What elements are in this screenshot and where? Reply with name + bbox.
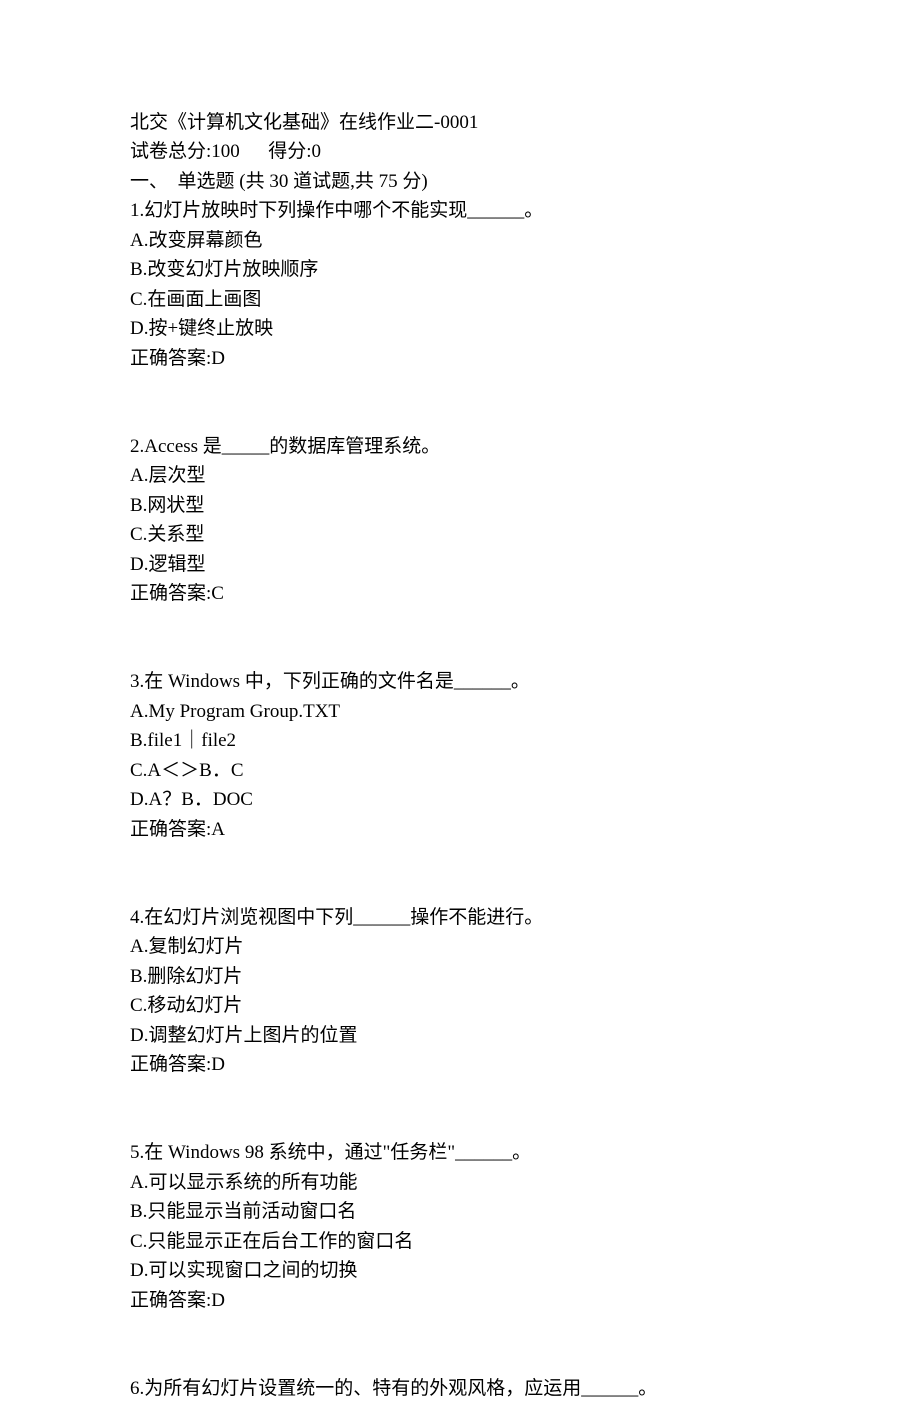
question-stem: 4.在幻灯片浏览视图中下列______操作不能进行。 — [130, 903, 790, 932]
question-option: B.网状型 — [130, 491, 790, 520]
question-option: C.在画面上画图 — [130, 285, 790, 314]
question-stem: 6.为所有幻灯片设置统一的、特有的外观风格，应运用______。 — [130, 1374, 790, 1403]
question-option: A.My Program Group.TXT — [130, 697, 790, 726]
question-option: A.改变屏幕颜色 — [130, 226, 790, 255]
answer-line: 正确答案:D — [130, 344, 790, 373]
question-option: A.复制幻灯片 — [130, 932, 790, 961]
question-block: 1.幻灯片放映时下列操作中哪个不能实现______。 A.改变屏幕颜色 B.改变… — [130, 196, 790, 373]
answer-line: 正确答案:A — [130, 815, 790, 844]
question-stem: 3.在 Windows 中，下列正确的文件名是______。 — [130, 667, 790, 696]
blank-line — [130, 638, 790, 667]
blank-line — [130, 844, 790, 873]
blank-line — [130, 1344, 790, 1373]
question-block: 2.Access 是_____的数据库管理系统。 A.层次型 B.网状型 C.关… — [130, 432, 790, 609]
blank-line — [130, 402, 790, 431]
question-block: 6.为所有幻灯片设置统一的、特有的外观风格，应运用______。 — [130, 1374, 790, 1403]
question-option: C.关系型 — [130, 520, 790, 549]
question-option: B.改变幻灯片放映顺序 — [130, 255, 790, 284]
blank-line — [130, 873, 790, 902]
section-heading: 一、 单选题 (共 30 道试题,共 75 分) — [130, 167, 790, 196]
blank-line — [130, 1315, 790, 1344]
answer-line: 正确答案:D — [130, 1286, 790, 1315]
question-stem: 1.幻灯片放映时下列操作中哪个不能实现______。 — [130, 196, 790, 225]
question-option: C.只能显示正在后台工作的窗口名 — [130, 1227, 790, 1256]
question-option: B.删除幻灯片 — [130, 962, 790, 991]
question-block: 3.在 Windows 中，下列正确的文件名是______。 A.My Prog… — [130, 667, 790, 844]
question-option: D.A？B．DOC — [130, 785, 790, 814]
question-option: D.逻辑型 — [130, 550, 790, 579]
question-stem: 2.Access 是_____的数据库管理系统。 — [130, 432, 790, 461]
blank-line — [130, 608, 790, 637]
blank-line — [130, 1109, 790, 1138]
question-option: A.层次型 — [130, 461, 790, 490]
question-option: D.调整幻灯片上图片的位置 — [130, 1021, 790, 1050]
course-title: 北交《计算机文化基础》在线作业二-0001 — [130, 108, 790, 137]
blank-line — [130, 1079, 790, 1108]
question-option: D.按+键终止放映 — [130, 314, 790, 343]
question-option: B.只能显示当前活动窗口名 — [130, 1197, 790, 1226]
answer-line: 正确答案:C — [130, 579, 790, 608]
question-option: C.A＜＞B．C — [130, 756, 790, 785]
question-option: B.file1｜file2 — [130, 726, 790, 755]
score-line: 试卷总分:100 得分:0 — [130, 137, 790, 166]
question-option: D.可以实现窗口之间的切换 — [130, 1256, 790, 1285]
blank-line — [130, 373, 790, 402]
question-block: 4.在幻灯片浏览视图中下列______操作不能进行。 A.复制幻灯片 B.删除幻… — [130, 903, 790, 1080]
question-stem: 5.在 Windows 98 系统中，通过"任务栏"______。 — [130, 1138, 790, 1167]
question-option: C.移动幻灯片 — [130, 991, 790, 1020]
question-option: A.可以显示系统的所有功能 — [130, 1168, 790, 1197]
question-block: 5.在 Windows 98 系统中，通过"任务栏"______。 A.可以显示… — [130, 1138, 790, 1315]
answer-line: 正确答案:D — [130, 1050, 790, 1079]
